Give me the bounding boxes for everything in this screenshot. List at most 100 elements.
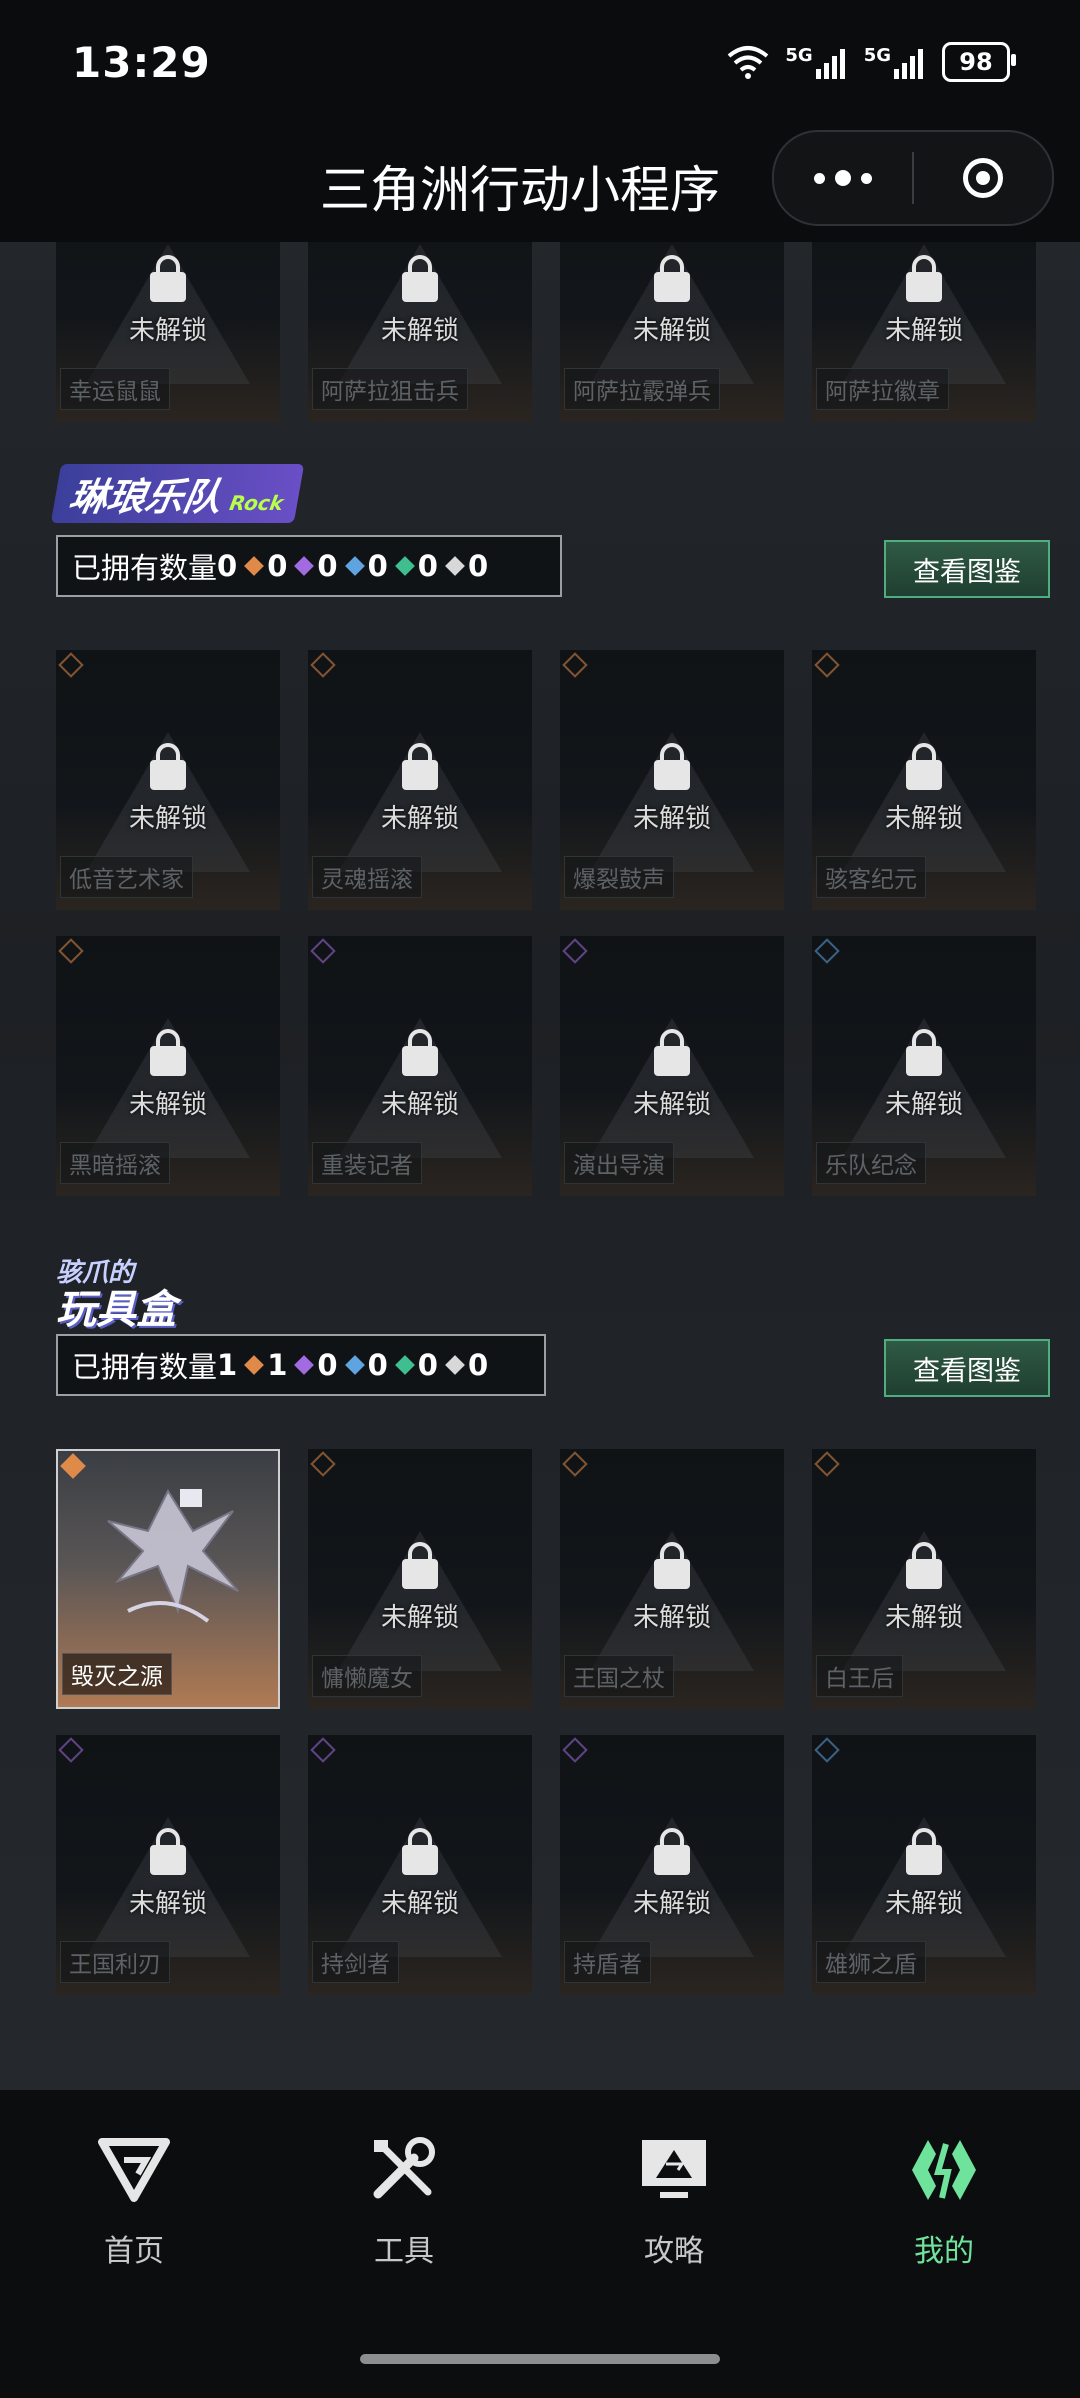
lock-icon bbox=[654, 1542, 690, 1589]
lock-label: 未解锁 bbox=[632, 316, 711, 346]
card-name: 骇客纪元 bbox=[816, 856, 926, 898]
collection-card[interactable]: 未解锁 王国之杖 bbox=[560, 1449, 784, 1709]
battery-icon: 98 bbox=[942, 42, 1016, 82]
lock-label: 未解锁 bbox=[884, 316, 963, 346]
lock-icon bbox=[906, 255, 942, 302]
collection-card[interactable]: 未解锁 低音艺术家 bbox=[56, 650, 280, 910]
tab-profile[interactable]: 我的 bbox=[844, 2136, 1044, 2270]
signal-icon-2: 5G bbox=[864, 45, 928, 79]
toy-collection-logo: 骇爪的 玩具盒 bbox=[56, 1258, 176, 1332]
gem-purple-count: 0 bbox=[294, 549, 338, 583]
collection-content[interactable]: 未解锁 幸运鼠鼠 未解锁 阿萨拉狙击兵 未解锁 阿萨拉霰弹兵 未解锁 阿萨拉徽章… bbox=[0, 242, 1080, 2090]
collection-card[interactable]: 未解锁 慵懒魔女 bbox=[308, 1449, 532, 1709]
collection-card[interactable]: 未解锁 骇客纪元 bbox=[812, 650, 1036, 910]
lock-label: 未解锁 bbox=[128, 1090, 207, 1120]
tools-icon bbox=[373, 2137, 435, 2199]
lock-icon bbox=[150, 1029, 186, 1076]
band-logo-text: 琳琅乐队 bbox=[65, 475, 226, 519]
lock-icon bbox=[150, 743, 186, 790]
lock-label: 未解锁 bbox=[128, 804, 207, 834]
card-name: 毁灭之源 bbox=[62, 1653, 172, 1695]
collection-card[interactable]: 未解锁 白王后 bbox=[812, 1449, 1036, 1709]
collection-card-unlocked[interactable]: 毁灭之源 bbox=[56, 1449, 280, 1709]
tab-label: 首页 bbox=[104, 2234, 164, 2269]
lock-label: 未解锁 bbox=[128, 1889, 207, 1919]
gem-green-count: 0 bbox=[394, 1348, 438, 1382]
gem-blue-count: 0 bbox=[344, 1348, 388, 1382]
collection-card[interactable]: 未解锁 黑暗摇滚 bbox=[56, 936, 280, 1196]
card-name: 持盾者 bbox=[564, 1941, 651, 1983]
card-name: 王国之杖 bbox=[564, 1655, 674, 1697]
band-collection-logo: 琳琅乐队 Rock bbox=[50, 464, 305, 523]
toy-view-catalog-button[interactable]: 查看图鉴 bbox=[884, 1339, 1050, 1397]
mini-program-titlebar: 三角洲行动小程序 bbox=[0, 130, 1080, 242]
guide-monitor-icon bbox=[642, 2140, 706, 2198]
tab-home[interactable]: 首页 bbox=[34, 2136, 234, 2270]
signal-label-2: 5G bbox=[863, 45, 891, 66]
band-view-catalog-button[interactable]: 查看图鉴 bbox=[884, 540, 1050, 598]
card-name: 演出导演 bbox=[564, 1142, 674, 1184]
status-bar: 13:29 5G 5G 98 bbox=[0, 0, 1080, 130]
battery-level: 98 bbox=[959, 48, 993, 76]
dragon-figure-image bbox=[107, 1488, 239, 1623]
lock-icon bbox=[150, 255, 186, 302]
band-owned-count-box: 已拥有数量 0 0 0 0 0 0 bbox=[56, 535, 562, 597]
lock-label: 未解锁 bbox=[632, 1090, 711, 1120]
card-name: 白王后 bbox=[816, 1655, 903, 1697]
card-name: 重装记者 bbox=[312, 1142, 422, 1184]
gem-purple-count: 0 bbox=[294, 1348, 338, 1382]
collection-card[interactable]: 未解锁 演出导演 bbox=[560, 936, 784, 1196]
toy-owned-count-box: 已拥有数量 1 1 0 0 0 0 bbox=[56, 1334, 546, 1396]
collection-card[interactable]: 未解锁 幸运鼠鼠 bbox=[56, 242, 280, 422]
card-name: 乐队纪念 bbox=[816, 1142, 926, 1184]
lock-icon bbox=[654, 1029, 690, 1076]
tab-guide[interactable]: 攻略 bbox=[574, 2136, 774, 2270]
lock-label: 未解锁 bbox=[380, 1889, 459, 1919]
lock-icon bbox=[402, 1542, 438, 1589]
lock-icon bbox=[906, 743, 942, 790]
lock-icon bbox=[402, 255, 438, 302]
collection-card[interactable]: 未解锁 持盾者 bbox=[560, 1735, 784, 1995]
status-time: 13:29 bbox=[72, 38, 211, 87]
collection-card[interactable]: 未解锁 持剑者 bbox=[308, 1735, 532, 1995]
collection-card[interactable]: 未解锁 乐队纪念 bbox=[812, 936, 1036, 1196]
collection-card[interactable]: 未解锁 阿萨拉霰弹兵 bbox=[560, 242, 784, 422]
collection-card[interactable]: 未解锁 灵魂摇滚 bbox=[308, 650, 532, 910]
card-name: 爆裂鼓声 bbox=[564, 856, 674, 898]
gem-white-count: 0 bbox=[445, 1348, 488, 1382]
gem-orange-count: 0 bbox=[244, 549, 287, 583]
collection-card[interactable]: 未解锁 阿萨拉徽章 bbox=[812, 242, 1036, 422]
band-logo-sub: Rock bbox=[227, 491, 286, 515]
tab-tools[interactable]: 工具 bbox=[304, 2136, 504, 2270]
card-name: 雄狮之盾 bbox=[816, 1941, 926, 1983]
owned-label: 已拥有数量 bbox=[72, 1350, 218, 1384]
card-name: 灵魂摇滚 bbox=[312, 856, 422, 898]
close-button[interactable] bbox=[914, 132, 1052, 224]
lock-icon bbox=[906, 1828, 942, 1875]
collection-card[interactable]: 未解锁 阿萨拉狙击兵 bbox=[308, 242, 532, 422]
lock-label: 未解锁 bbox=[884, 1603, 963, 1633]
collection-card[interactable]: 未解锁 爆裂鼓声 bbox=[560, 650, 784, 910]
card-name: 阿萨拉狙击兵 bbox=[312, 368, 468, 410]
lock-label: 未解锁 bbox=[380, 316, 459, 346]
card-name: 持剑者 bbox=[312, 1941, 399, 1983]
tab-label: 工具 bbox=[374, 2234, 434, 2269]
lock-icon bbox=[906, 1029, 942, 1076]
collection-card[interactable]: 未解锁 重装记者 bbox=[308, 936, 532, 1196]
more-button[interactable] bbox=[774, 132, 912, 224]
capsule-menu bbox=[772, 130, 1054, 226]
owned-count: 0 bbox=[217, 549, 238, 583]
target-close-icon bbox=[963, 158, 1003, 198]
tab-label: 攻略 bbox=[644, 2234, 704, 2269]
lock-label: 未解锁 bbox=[380, 1090, 459, 1120]
lock-icon bbox=[906, 1542, 942, 1589]
collection-card[interactable]: 未解锁 王国利刃 bbox=[56, 1735, 280, 1995]
card-name: 黑暗摇滚 bbox=[60, 1142, 170, 1184]
toy-logo-line1: 骇爪的 bbox=[56, 1258, 135, 1288]
signal-icon-1: 5G bbox=[785, 45, 849, 79]
wifi-icon bbox=[728, 46, 769, 79]
toy-logo-line2: 玩具盒 bbox=[56, 1287, 176, 1333]
collection-card[interactable]: 未解锁 雄狮之盾 bbox=[812, 1735, 1036, 1995]
home-indicator[interactable] bbox=[360, 2354, 720, 2364]
bottom-tab-bar: 首页 工具 攻略 我的 bbox=[0, 2090, 1080, 2398]
